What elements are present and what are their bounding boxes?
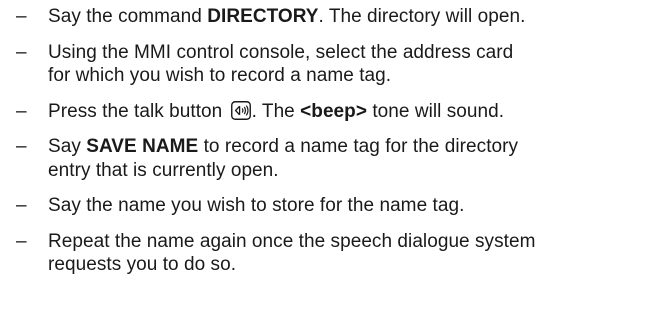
step-text: . The directory will open. bbox=[318, 6, 526, 27]
talk-button-icon bbox=[230, 100, 251, 120]
list-dash: – bbox=[16, 100, 27, 122]
step-text: for which you wish to record a name tag. bbox=[48, 65, 392, 86]
instruction-list: – Say the command DIRECTORY. The directo… bbox=[0, 5, 661, 289]
instruction-page: – Say the command DIRECTORY. The directo… bbox=[0, 0, 661, 321]
list-dash: – bbox=[16, 230, 27, 252]
list-dash: – bbox=[16, 136, 27, 157]
step-text: Using the MMI control console, select th… bbox=[48, 41, 514, 63]
step-text: Press the talk button bbox=[48, 100, 228, 122]
list-item: – Press the talk button . The <beep> ton… bbox=[0, 100, 661, 124]
step-text: Say bbox=[48, 136, 87, 157]
list-dash: – bbox=[16, 195, 27, 216]
beep-tone: <beep> bbox=[300, 100, 367, 122]
list-dash: – bbox=[16, 41, 27, 63]
step-text: . The bbox=[251, 100, 301, 122]
list-item: – Using the MMI control console, select … bbox=[0, 41, 661, 88]
list-item: – Say the name you wish to store for the… bbox=[0, 194, 661, 218]
step-text: to record a name tag for the directory bbox=[198, 136, 519, 157]
step-text: requests you to do so. bbox=[48, 254, 237, 275]
list-item: – Say SAVE NAME to record a name tag for… bbox=[0, 135, 661, 182]
command-directory: DIRECTORY bbox=[207, 6, 319, 27]
step-text: tone will sound. bbox=[366, 100, 505, 122]
step-text: Say the command bbox=[48, 6, 208, 27]
list-item: – Repeat the name again once the speech … bbox=[0, 230, 661, 277]
step-text: entry that is currently open. bbox=[48, 159, 279, 181]
list-item: – Say the command DIRECTORY. The directo… bbox=[0, 5, 661, 29]
list-dash: – bbox=[16, 6, 27, 27]
step-text: Repeat the name again once the speech di… bbox=[48, 230, 536, 252]
command-save-name: SAVE NAME bbox=[86, 136, 199, 157]
step-text: Say the name you wish to store for the n… bbox=[48, 195, 465, 216]
